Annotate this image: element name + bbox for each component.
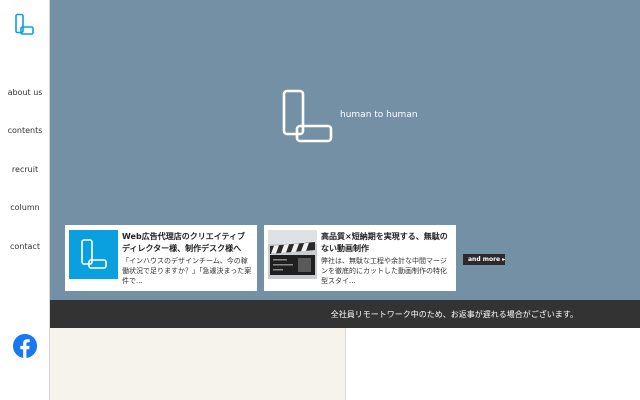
nav-contents[interactable]: contents bbox=[0, 126, 50, 135]
film-clapper-image bbox=[268, 230, 317, 279]
hero-section: human to human Web広告代理店のクリエイティブディレクター様、制… bbox=[50, 0, 640, 300]
nav-recruit[interactable]: recruit bbox=[0, 165, 50, 174]
notice-text: 全社員リモートワーク中のため、お返事が遅れる場合がございます。 bbox=[330, 310, 578, 319]
card-thumbnail bbox=[268, 230, 317, 279]
card-title: Web広告代理店のクリエイティブディレクター様、制作デスク様へ bbox=[122, 232, 246, 253]
card-excerpt: 弊社は、無駄な工程や余計な中間マージンを徹底的にカットした動画制作の特化型スタイ… bbox=[321, 257, 447, 285]
lower-left-panel bbox=[50, 328, 345, 400]
lower-right-panel bbox=[346, 328, 640, 400]
tagline: human to human bbox=[340, 110, 418, 120]
article-card[interactable]: 高品質×短納期を実現する、無駄のない動画制作 弊社は、無駄な工程や余計な中間マー… bbox=[264, 225, 456, 291]
notice-bar: 全社員リモートワーク中のため、お返事が遅れる場合がございます。 bbox=[50, 300, 640, 328]
article-card[interactable]: Web広告代理店のクリエイティブディレクター様、制作デスク様へ 「インハウスのデ… bbox=[65, 225, 257, 291]
nav-contact[interactable]: contact bbox=[0, 242, 50, 251]
hth-logo-icon[interactable] bbox=[14, 13, 36, 37]
card-title: 高品質×短納期を実現する、無駄のない動画制作 bbox=[321, 232, 448, 253]
nav-about-us[interactable]: about us bbox=[0, 88, 50, 97]
sidebar: about us contents recruit column contact bbox=[0, 0, 50, 400]
hth-logo-icon bbox=[282, 89, 333, 143]
and-more-button[interactable]: and more ▸ bbox=[463, 254, 505, 265]
card-excerpt: 「インハウスのデザインチーム、今の稼働状況で足りますか？」「急遽決まった案件で.… bbox=[122, 257, 252, 285]
facebook-icon[interactable] bbox=[13, 334, 37, 358]
card-thumbnail bbox=[69, 230, 118, 279]
nav-column[interactable]: column bbox=[0, 203, 50, 212]
hth-logo-icon bbox=[81, 239, 107, 269]
